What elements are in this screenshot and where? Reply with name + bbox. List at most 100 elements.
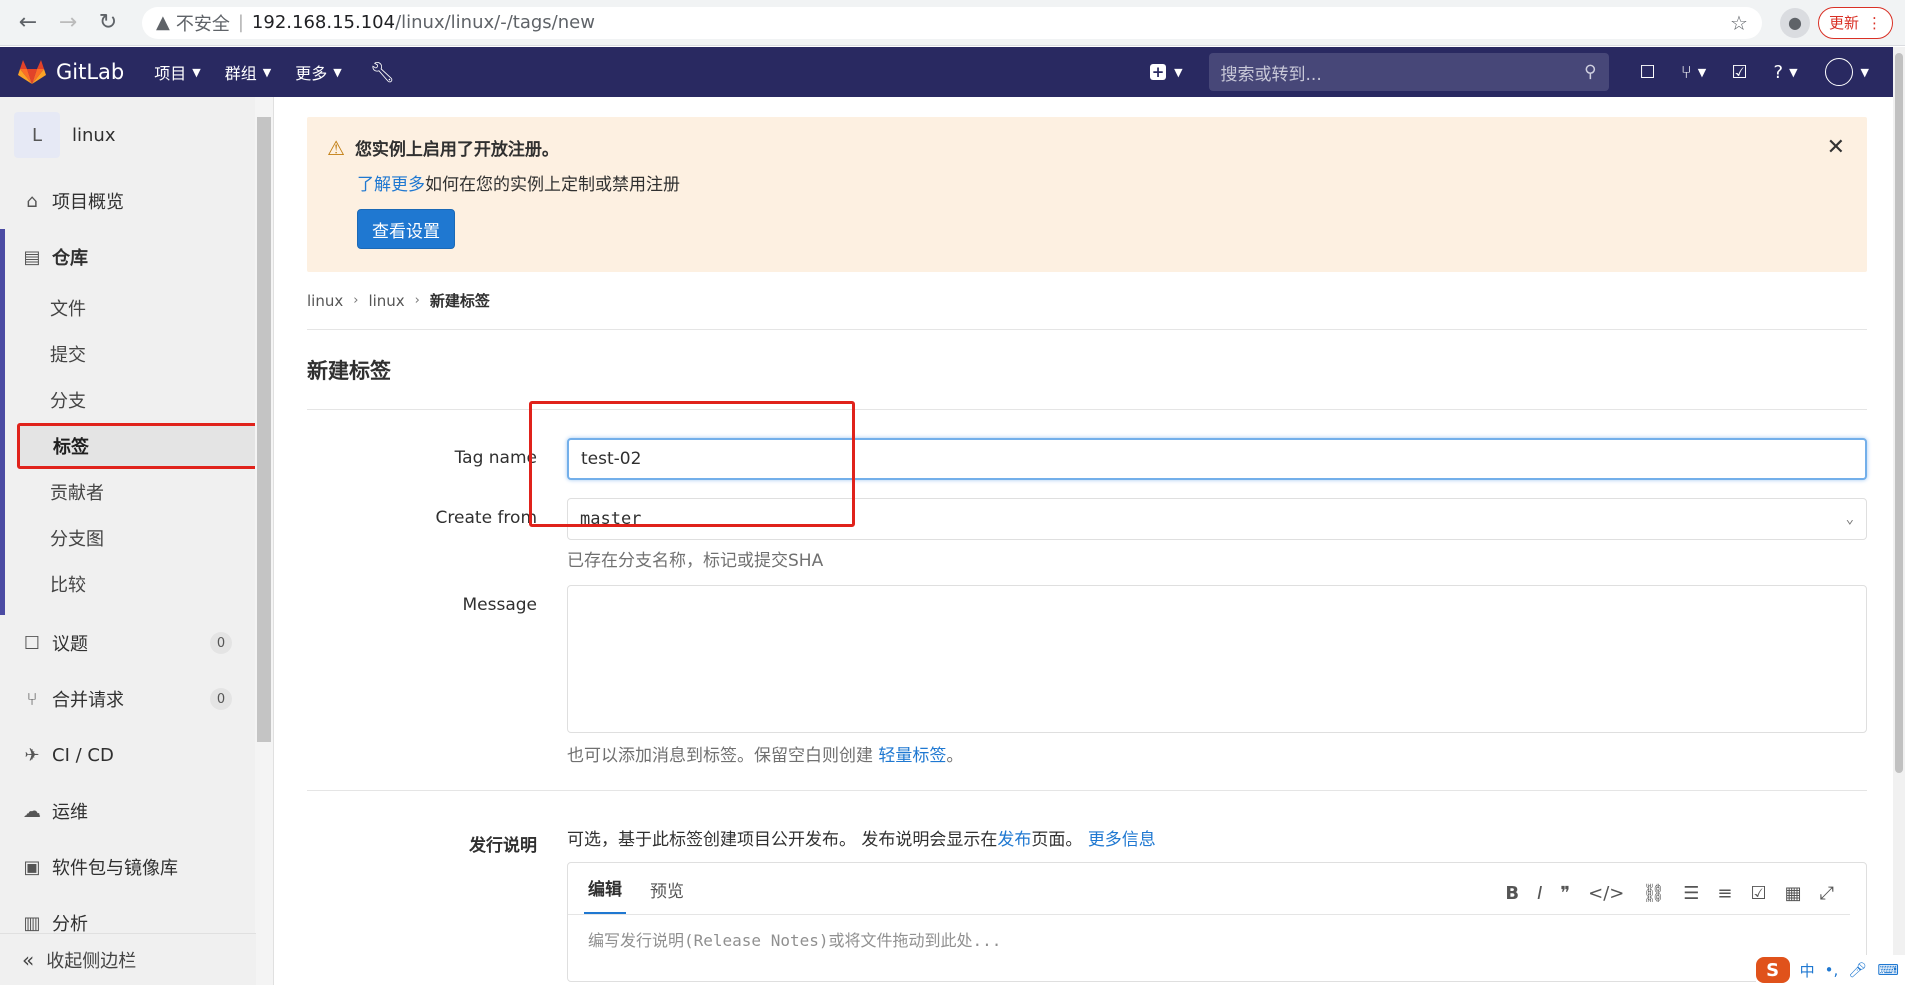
project-name: linux <box>72 124 116 146</box>
gitlab-logo[interactable]: GitLab <box>18 59 124 85</box>
chevron-right-icon: › <box>353 293 359 308</box>
chart-icon: ▥ <box>23 912 41 934</box>
page-title: 新建标签 <box>307 330 1867 410</box>
brand-name: GitLab <box>56 60 125 84</box>
forward-icon[interactable]: → <box>52 7 84 39</box>
table-icon[interactable]: ▦ <box>1785 883 1802 904</box>
scrollbar-thumb[interactable] <box>257 117 271 742</box>
link-icon[interactable]: ⛓ <box>1642 883 1665 904</box>
microphone-icon[interactable]: 🎤︎ <box>1848 961 1867 979</box>
sidebar-item-overview[interactable]: ⌂ 项目概览 <box>0 173 273 229</box>
menu-projects-label: 项目 <box>154 64 187 83</box>
address-bar[interactable]: ▲ 不安全 | 192.168.15.104 /linux/linux/-/ta… <box>142 6 1762 39</box>
search-input[interactable]: 搜索或转到... ⚲ <box>1208 53 1609 91</box>
tab-write[interactable]: 编辑 <box>584 875 626 914</box>
bookmark-star-icon[interactable]: ☆ <box>1730 11 1748 35</box>
package-icon: ▣ <box>23 856 41 878</box>
release-notes-textarea[interactable]: 编写发行说明(Release Notes)或将文件拖动到此处... <box>568 915 1866 963</box>
breadcrumb: linux › linux › 新建标签 <box>307 272 1867 330</box>
breadcrumb-current[interactable]: 新建标签 <box>430 290 490 311</box>
sidebar-subitem-contributors[interactable]: 贡献者 <box>5 469 273 515</box>
todo-icon[interactable]: ☑ <box>1719 62 1761 83</box>
release-help-mid: 页面。 <box>1031 830 1088 850</box>
message-textarea[interactable] <box>567 585 1867 733</box>
menu-projects[interactable]: 项目 ▼ <box>154 60 200 84</box>
bold-icon[interactable]: B <box>1505 883 1519 904</box>
sidebar-subitem-graph[interactable]: 分支图 <box>5 515 273 561</box>
message-row: Message 也可以添加消息到标签。保留空白则创建 轻量标签。 <box>307 585 1867 766</box>
learn-more-link[interactable]: 了解更多 <box>357 175 425 195</box>
warning-icon[interactable]: ▲ <box>156 12 170 33</box>
chevron-down-icon: ▼ <box>1174 65 1183 79</box>
sidebar-project[interactable]: L linux <box>0 97 273 173</box>
release-notes-label: 发行说明 <box>469 836 537 856</box>
bullet-list-icon[interactable]: ☰ <box>1683 883 1699 904</box>
close-icon[interactable]: ✕ <box>1827 135 1845 160</box>
keyboard-icon[interactable]: ⌨ <box>1877 961 1899 979</box>
code-icon[interactable]: </> <box>1588 883 1624 904</box>
numbered-list-icon[interactable]: ≡ <box>1717 883 1732 904</box>
sidebar-item-cicd[interactable]: ✈ CI / CD <box>0 727 273 783</box>
admin-wrench-icon[interactable]: 🔧︎ <box>370 60 395 84</box>
italic-icon[interactable]: I <box>1537 883 1542 904</box>
sidebar-item-packages[interactable]: ▣ 软件包与镜像库 <box>0 839 273 895</box>
sidebar-subitem-commits[interactable]: 提交 <box>5 331 273 377</box>
profile-icon[interactable]: ● <box>1779 7 1810 38</box>
page-scrollbar[interactable] <box>1893 47 1905 985</box>
sidebar-item-label: 软件包与镜像库 <box>52 858 178 879</box>
breadcrumb-project[interactable]: linux <box>368 292 404 310</box>
task-list-icon[interactable]: ☑ <box>1750 883 1766 904</box>
menu-groups[interactable]: 群组 ▼ <box>225 60 271 84</box>
plus-square-icon: + <box>1150 63 1167 81</box>
view-settings-button[interactable]: 查看设置 <box>357 209 455 249</box>
update-label: 更新 <box>1828 14 1859 32</box>
sidebar-subitem-branches[interactable]: 分支 <box>5 377 273 423</box>
user-avatar[interactable] <box>1824 58 1853 86</box>
ime-punct-mode[interactable]: •, <box>1825 961 1839 979</box>
markdown-toolbar: B I ❞ </> ⛓ ☰ ≡ ☑ ▦ ⤢ <box>1505 883 1834 914</box>
sidebar-subitem-compare[interactable]: 比较 <box>5 561 273 607</box>
open-registration-alert: ⚠ 您实例上启用了开放注册。 了解更多如何在您的实例上定制或禁用注册 查看设置 … <box>307 117 1867 272</box>
sidebar-item-repository[interactable]: ▤ 仓库 <box>5 229 273 285</box>
warning-icon: ⚠ <box>327 135 345 160</box>
ime-chinese-mode[interactable]: 中 <box>1800 960 1815 981</box>
fullscreen-icon[interactable]: ⤢ <box>1820 883 1834 904</box>
update-button[interactable]: 更新 ⋮ <box>1817 6 1893 39</box>
cloud-gear-icon: ☁ <box>23 800 41 822</box>
chevron-down-icon[interactable]: ▼ <box>1861 66 1869 79</box>
menu-more[interactable]: 更多 ▼ <box>295 60 341 84</box>
menu-groups-label: 群组 <box>224 64 257 83</box>
chevron-right-icon: › <box>414 293 420 308</box>
sidebar-item-label: 项目概览 <box>52 192 124 213</box>
sidebar-item-issues[interactable]: ☐ 议题 0 <box>0 615 273 671</box>
more-info-link[interactable]: 更多信息 <box>1088 830 1156 850</box>
sidebar-subitem-files[interactable]: 文件 <box>5 285 273 331</box>
quote-icon[interactable]: ❞ <box>1560 883 1570 904</box>
issues-icon[interactable]: ☐ <box>1627 62 1669 83</box>
mr-count-badge: 0 <box>210 688 232 710</box>
merge-request-icon[interactable]: ⑂ ▼ <box>1673 62 1715 83</box>
scrollbar-thumb[interactable] <box>1895 53 1903 773</box>
collapse-sidebar-label: 收起侧边栏 <box>46 950 137 972</box>
reload-icon[interactable]: ↻ <box>92 7 124 39</box>
tab-preview[interactable]: 预览 <box>646 877 688 914</box>
release-notes-editor: 编辑 预览 B I ❞ </> ⛓ ☰ ≡ ☑ ▦ ⤢ 编写发行说明(Relea… <box>567 862 1867 982</box>
home-icon: ⌂ <box>26 190 38 212</box>
sidebar-item-label: CI / CD <box>52 744 114 766</box>
breadcrumb-group[interactable]: linux <box>307 292 343 310</box>
sidebar-item-merge-requests[interactable]: ⑂ 合并请求 0 <box>0 671 273 727</box>
sidebar-scrollbar[interactable] <box>255 97 273 985</box>
releases-page-link[interactable]: 发布 <box>997 830 1031 850</box>
help-icon[interactable]: ? ▼ <box>1765 62 1807 83</box>
annotation-highlight-box <box>529 401 855 527</box>
sidebar-item-operations[interactable]: ☁ 运维 <box>0 783 273 839</box>
new-dropdown[interactable]: + ▼ <box>1150 63 1183 81</box>
sogou-logo-icon[interactable]: S <box>1755 957 1790 983</box>
lightweight-tag-link[interactable]: 轻量标签 <box>878 746 946 766</box>
separator: | <box>237 12 244 33</box>
sidebar-subitem-tags[interactable]: 标签 <box>17 423 267 469</box>
chevron-down-icon: ▼ <box>333 65 342 79</box>
collapse-sidebar-button[interactable]: « 收起侧边栏 <box>0 933 256 985</box>
back-icon[interactable]: ← <box>12 7 44 39</box>
release-notes-help: 可选，基于此标签创建项目公开发布。 发布说明会显示在发布页面。 更多信息 <box>567 825 1867 850</box>
